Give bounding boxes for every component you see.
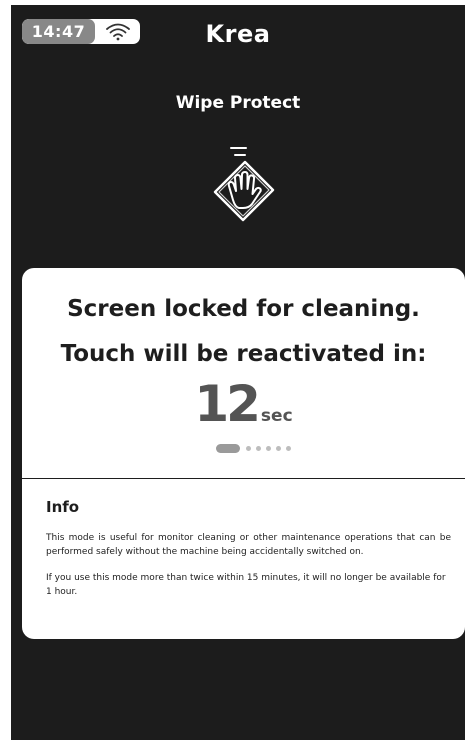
- countdown: 12 sec: [22, 375, 465, 433]
- wipe-cleaning-icon: [213, 147, 275, 222]
- divider: [22, 478, 465, 479]
- pager-dot: [286, 446, 291, 451]
- pager-dot: [256, 446, 261, 451]
- device-screen: 14:47 Krea Wipe Protect Screen locked fo…: [11, 5, 465, 740]
- page-title: Wipe Protect: [175, 93, 301, 113]
- pager-dot-active: [216, 444, 240, 453]
- pager-dot: [266, 446, 271, 451]
- countdown-unit: sec: [260, 406, 293, 426]
- pager-dot: [276, 446, 281, 451]
- countdown-value: 12: [194, 375, 261, 433]
- info-heading: Info: [46, 498, 80, 516]
- reactivation-message: Touch will be reactivated in:: [60, 341, 427, 367]
- info-paragraph: If you use this mode more than twice wit…: [46, 573, 446, 597]
- lock-message: Screen locked for cleaning.: [67, 296, 420, 322]
- lock-card: Screen locked for cleaning. Touch will b…: [22, 268, 465, 639]
- info-paragraph: This mode is useful for monitor cleaning…: [46, 533, 451, 557]
- krea-logo: Krea: [205, 20, 271, 48]
- pager-dot: [246, 446, 251, 451]
